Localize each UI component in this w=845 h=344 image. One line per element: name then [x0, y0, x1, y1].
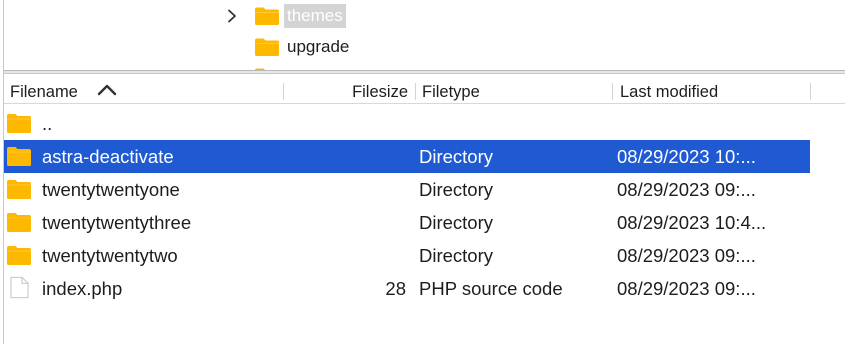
file-name: ..: [42, 113, 53, 134]
file-name: astra-deactivate: [42, 146, 174, 167]
file-list[interactable]: Filename Filesize Filetype Last modified…: [4, 74, 845, 344]
folder-icon: [7, 213, 31, 232]
list-row[interactable]: index.php 28 PHP source code 08/29/2023 …: [4, 272, 810, 305]
file-name: twentytwentythree: [42, 212, 192, 233]
file-size: [304, 173, 406, 206]
file-type: [419, 107, 609, 140]
sort-ascending-icon[interactable]: [96, 83, 118, 97]
file-size: [304, 107, 406, 140]
list-row[interactable]: twentytwentytwo Directory 08/29/2023 09:…: [4, 239, 810, 272]
file-size: [304, 239, 406, 272]
column-separator[interactable]: [810, 83, 811, 100]
column-separator[interactable]: [283, 83, 284, 100]
file-type: PHP source code: [419, 278, 563, 299]
file-type: Directory: [419, 146, 494, 167]
list-row-parent[interactable]: ..: [4, 107, 810, 140]
file-name: twentytwentytwo: [42, 245, 178, 266]
column-separator[interactable]: [612, 83, 613, 100]
chevron-right-icon[interactable]: [222, 6, 242, 26]
file-modified: [617, 107, 810, 140]
file-size: 28: [385, 278, 406, 299]
file-size: [304, 206, 406, 239]
file-modified: 08/29/2023 09:...: [617, 245, 756, 266]
folder-icon: [7, 147, 31, 166]
file-modified: 08/29/2023 10:...: [617, 146, 756, 167]
directory-tree[interactable]: themes upgrade: [4, 0, 845, 70]
file-modified: 08/29/2023 09:...: [617, 179, 756, 200]
folder-icon: [255, 7, 279, 25]
tree-item-upgrade[interactable]: upgrade: [222, 31, 352, 63]
file-modified: 08/29/2023 09:...: [617, 278, 756, 299]
list-row[interactable]: twentytwentyone Directory 08/29/2023 09:…: [4, 173, 810, 206]
list-row[interactable]: twentytwentythree Directory 08/29/2023 1…: [4, 206, 810, 239]
file-name: twentytwentyone: [42, 179, 180, 200]
column-header-last-modified[interactable]: Last modified: [620, 74, 718, 104]
column-header-filesize[interactable]: Filesize: [288, 74, 408, 104]
file-name: index.php: [42, 278, 123, 299]
list-header: Filename Filesize Filetype Last modified: [4, 74, 845, 104]
file-modified: 08/29/2023 10:4...: [617, 212, 767, 233]
file-type: Directory: [419, 212, 494, 233]
tree-item-partial[interactable]: [222, 61, 284, 70]
tree-item-label: upgrade: [287, 37, 350, 56]
ftp-file-browser: themes upgrade Filename Filesize Filetyp…: [0, 0, 845, 344]
tree-item-themes[interactable]: themes: [222, 0, 346, 32]
file-type: Directory: [419, 179, 494, 200]
column-header-filename[interactable]: Filename: [10, 74, 78, 104]
folder-icon: [7, 114, 31, 133]
folder-icon: [7, 180, 31, 199]
folder-icon: [7, 246, 31, 265]
tree-item-label: themes: [284, 4, 346, 28]
file-icon: [10, 276, 29, 299]
folder-icon: [255, 38, 279, 56]
file-size: [304, 140, 406, 173]
column-separator[interactable]: [415, 83, 416, 100]
list-row-selected[interactable]: astra-deactivate Directory 08/29/2023 10…: [4, 140, 810, 173]
column-header-filetype[interactable]: Filetype: [422, 74, 480, 104]
file-type: Directory: [419, 245, 494, 266]
